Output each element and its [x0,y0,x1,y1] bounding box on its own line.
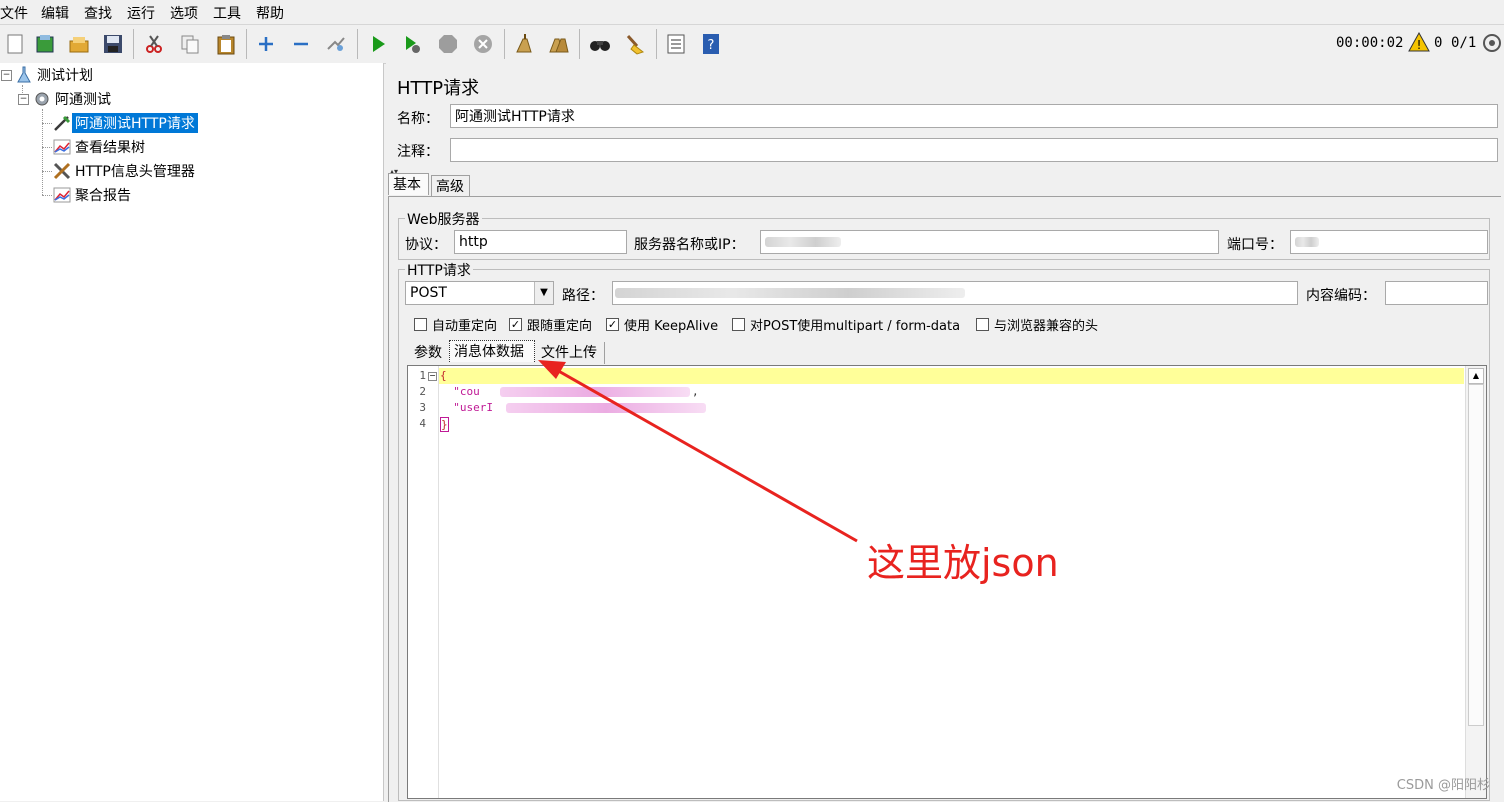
watermark: CSDN @阳阳杉 [1396,778,1490,793]
annotation-text: 这里放json [867,541,1059,585]
annotation-arrow [538,360,858,543]
